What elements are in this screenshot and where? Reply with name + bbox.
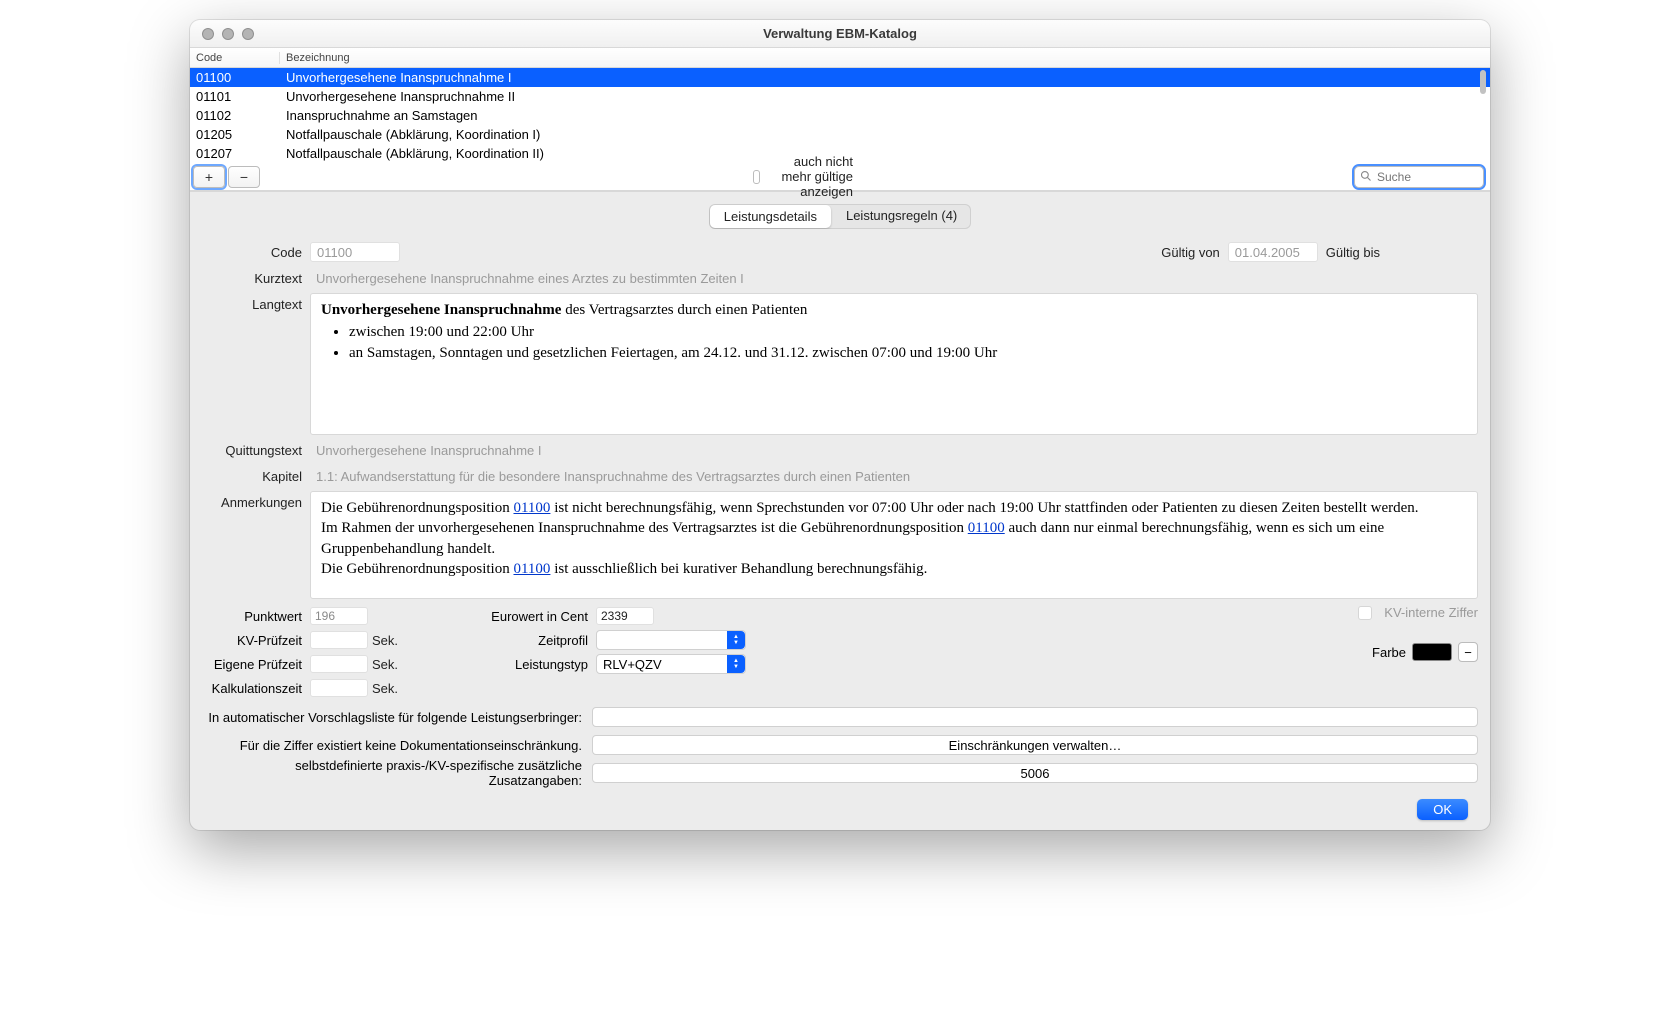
link-code-01100[interactable]: 01100 [968, 520, 1005, 536]
cell-desc: Unvorhergesehene Inanspruchnahme I [280, 70, 1490, 85]
cell-desc: Notfallpauschale (Abklärung, Koordinatio… [280, 127, 1490, 142]
label-kalkulationszeit: Kalkulationszeit [202, 681, 302, 696]
color-swatch[interactable] [1412, 643, 1452, 661]
col-header-desc[interactable]: Bezeichnung [280, 52, 1490, 64]
unit-sek: Sek. [372, 633, 398, 648]
chevron-updown-icon: ▲▼ [727, 631, 745, 649]
label-kv-pruefzeit: KV-Prüfzeit [202, 633, 302, 648]
label-anmerkungen: Anmerkungen [202, 495, 302, 510]
label-quittungstext: Quittungstext [202, 443, 302, 458]
valid-to-field[interactable] [1388, 242, 1478, 262]
table-header: Code Bezeichnung [190, 48, 1490, 68]
cell-code: 01102 [190, 108, 280, 123]
table-row[interactable]: 01102 Inanspruchnahme an Samstagen [190, 106, 1490, 125]
cell-desc: Notfallpauschale (Abklärung, Koordinatio… [280, 146, 1490, 161]
label-kapitel: Kapitel [202, 469, 302, 484]
window-title: Verwaltung EBM-Katalog [190, 26, 1490, 41]
label-eurowert: Eurowert in Cent [478, 609, 588, 624]
label-eigene-pruefzeit: Eigene Prüfzeit [202, 657, 302, 672]
label-code: Code [202, 245, 302, 260]
unit-sek: Sek. [372, 657, 398, 672]
kurztext-field[interactable] [310, 271, 1478, 286]
code-field[interactable] [310, 242, 400, 262]
table-row[interactable]: 01100 Unvorhergesehene Inanspruchnahme I [190, 68, 1490, 87]
valid-from-field[interactable] [1228, 242, 1318, 262]
tabs: Leistungsdetails Leistungsregeln (4) [202, 204, 1478, 229]
remove-button[interactable]: − [228, 166, 260, 188]
link-code-01100[interactable]: 01100 [513, 500, 550, 516]
cell-desc: Unvorhergesehene Inanspruchnahme II [280, 89, 1490, 104]
checkbox-icon [753, 170, 760, 184]
chevron-updown-icon: ▲▼ [727, 655, 745, 673]
punktwert-field[interactable] [310, 607, 368, 625]
extra-field[interactable]: 5006 [592, 763, 1478, 783]
label-doc-restriction: Für die Ziffer existiert keine Dokumenta… [202, 738, 582, 753]
table-row[interactable]: 01205 Notfallpauschale (Abklärung, Koord… [190, 125, 1490, 144]
table-row[interactable]: 01101 Unvorhergesehene Inanspruchnahme I… [190, 87, 1490, 106]
leistungstyp-select[interactable]: RLV+QZV ▲▼ [596, 654, 746, 674]
plus-icon: + [205, 169, 213, 185]
col-header-code[interactable]: Code [190, 52, 280, 64]
ok-button[interactable]: OK [1417, 799, 1468, 820]
search-field [1354, 166, 1484, 188]
kapitel-field[interactable] [310, 469, 1478, 484]
label-kurztext: Kurztext [202, 271, 302, 286]
label-leistungstyp: Leistungstyp [478, 657, 588, 672]
manage-restrictions-button[interactable]: Einschränkungen verwalten… [592, 735, 1478, 755]
eigene-pruefzeit-field[interactable] [310, 655, 368, 673]
kv-intern-checkbox[interactable]: KV-interne Ziffer [1358, 605, 1478, 620]
eurowert-field[interactable] [596, 607, 654, 625]
langtext-field[interactable]: Unvorhergesehene Inanspruchnahme des Ver… [310, 293, 1478, 435]
table-row[interactable]: 01207 Notfallpauschale (Abklärung, Koord… [190, 144, 1490, 163]
table-toolbar: + − auch nicht mehr gültige anzeigen [190, 163, 1490, 191]
label-zeitprofil: Zeitprofil [478, 633, 588, 648]
scroll-thumb-icon[interactable] [1480, 70, 1486, 94]
detail-pane: Leistungsdetails Leistungsregeln (4) Cod… [190, 192, 1490, 830]
auto-list-field[interactable] [592, 707, 1478, 727]
titlebar: Verwaltung EBM-Katalog [190, 20, 1490, 48]
label-extra: selbstdefinierte praxis-/KV-spezifische … [202, 758, 582, 788]
label-auto-list: In automatischer Vorschlagsliste für fol… [202, 710, 582, 725]
minus-icon: − [240, 169, 248, 185]
anmerkungen-field[interactable]: Die Gebührenordnungsposition 01100 ist n… [310, 491, 1478, 599]
label-langtext: Langtext [202, 297, 302, 312]
cell-code: 01205 [190, 127, 280, 142]
kv-pruefzeit-field[interactable] [310, 631, 368, 649]
cell-code: 01100 [190, 70, 280, 85]
tab-rules[interactable]: Leistungsregeln (4) [832, 204, 971, 229]
tab-details[interactable]: Leistungsdetails [710, 205, 831, 228]
search-input[interactable] [1354, 166, 1484, 188]
checkbox-icon [1358, 606, 1372, 620]
label-punktwert: Punktwert [202, 609, 302, 624]
table-body: 01100 Unvorhergesehene Inanspruchnahme I… [190, 68, 1490, 163]
quittungstext-field[interactable] [310, 443, 1478, 458]
label-valid-to: Gültig bis [1326, 245, 1380, 260]
cell-desc: Inanspruchnahme an Samstagen [280, 108, 1490, 123]
label-valid-from: Gültig von [1161, 245, 1220, 260]
scrollbar[interactable] [1480, 68, 1488, 163]
minus-icon: − [1464, 645, 1472, 660]
search-icon [1360, 170, 1372, 185]
kalkulationszeit-field[interactable] [310, 679, 368, 697]
unit-sek: Sek. [372, 681, 398, 696]
cell-code: 01101 [190, 89, 280, 104]
add-button[interactable]: + [193, 166, 225, 188]
remove-color-button[interactable]: − [1458, 642, 1478, 662]
link-code-01100[interactable]: 01100 [513, 561, 550, 577]
zeitprofil-select[interactable]: ▲▼ [596, 630, 746, 650]
catalog-table: Code Bezeichnung 01100 Unvorhergesehene … [190, 48, 1490, 192]
window: Verwaltung EBM-Katalog Code Bezeichnung … [190, 20, 1490, 830]
cell-code: 01207 [190, 146, 280, 161]
label-farbe: Farbe [1372, 645, 1406, 660]
